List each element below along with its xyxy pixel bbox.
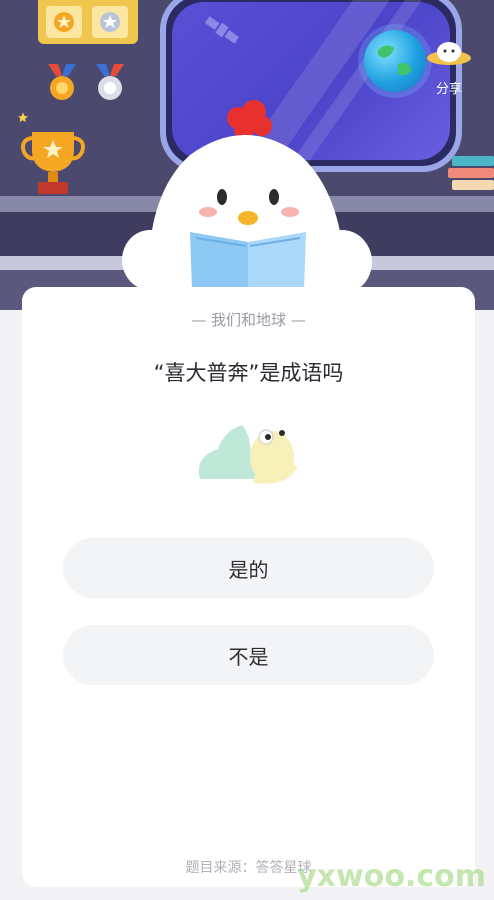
site-watermark: yxwoo.com [297, 858, 486, 894]
category-subtitle: — 我们和地球 — [191, 311, 306, 329]
snail-icon [198, 425, 298, 484]
answer-option-yes[interactable]: 是的 [63, 538, 434, 598]
chicken-mascot [122, 100, 372, 310]
question-text: “喜大普奔”是成语吗 [153, 361, 344, 385]
question-card: — 我们和地球 — “喜大普奔”是成语吗 是的 不是 题目来源：答答星球 [22, 287, 475, 887]
answer-option-no[interactable]: 不是 [63, 625, 434, 685]
header-banner: 分享 [0, 0, 494, 310]
